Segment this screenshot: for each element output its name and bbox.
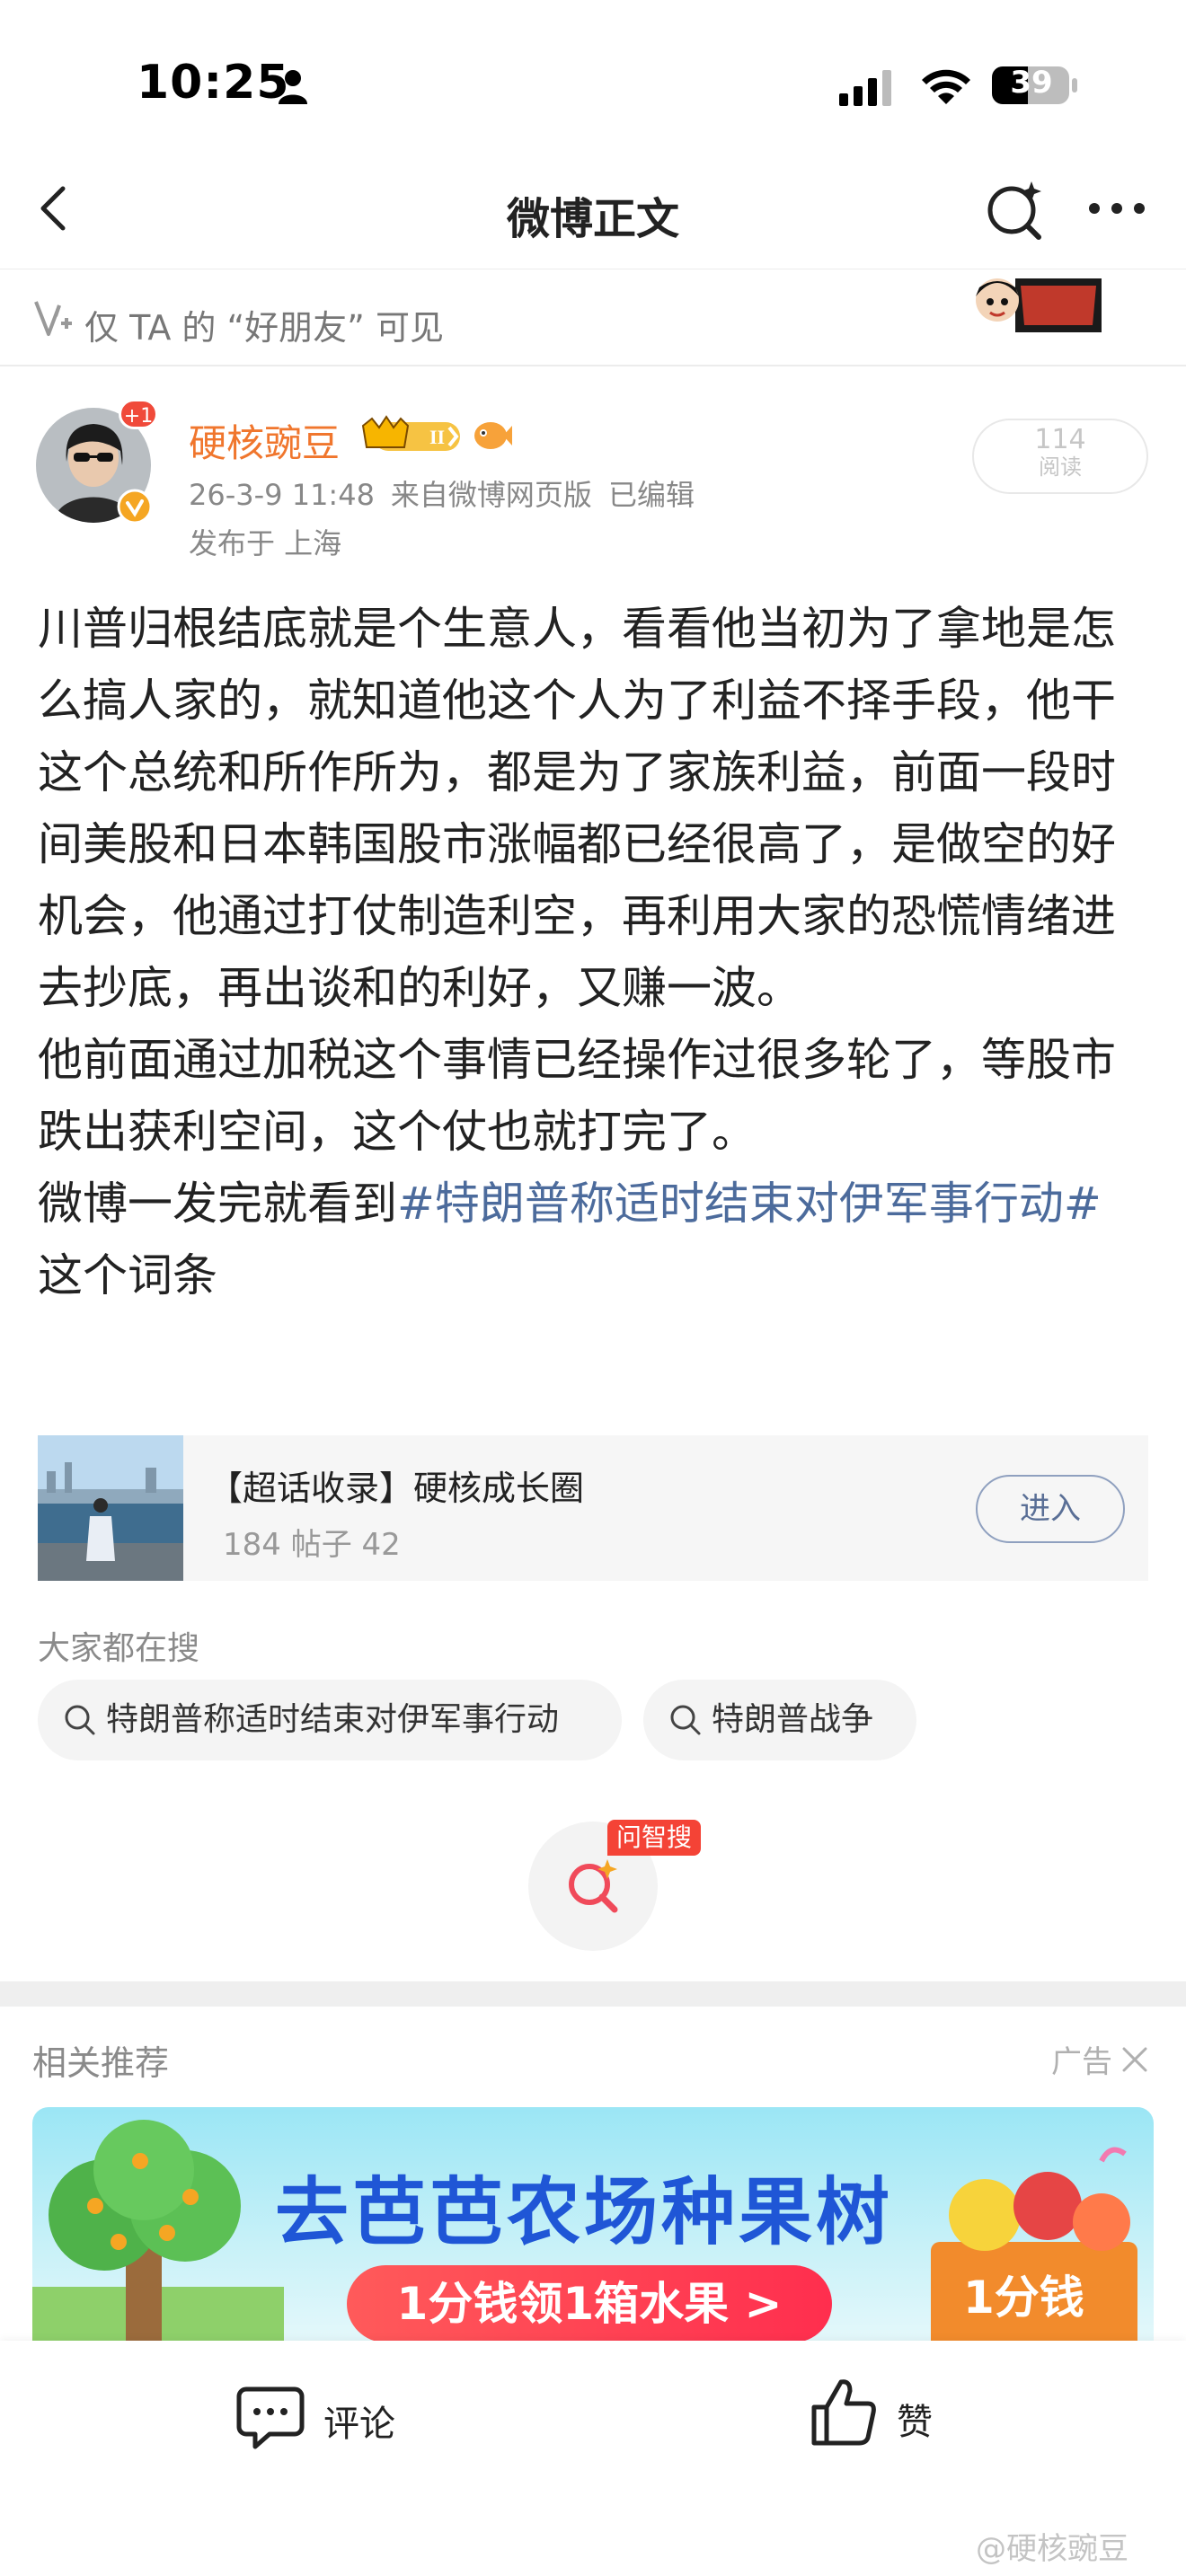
edited-label: 已编辑 — [607, 478, 695, 512]
hot-search-chip[interactable]: 特朗普战争 — [643, 1680, 916, 1760]
more-options-icon[interactable] — [1085, 189, 1148, 228]
post-meta: 26-3-9 11:48 来自微博网页版 已编辑 — [189, 472, 711, 514]
verified-badge-icon — [117, 489, 153, 525]
status-bar: 10:25 39 — [0, 0, 1186, 162]
like-label: 赞 — [897, 2402, 933, 2443]
ad-banner-price: 1分钱 — [963, 2272, 1084, 2324]
ad-banner-title: 去芭芭农场种果树 — [275, 2170, 894, 2255]
like-button[interactable]: 赞 — [809, 2373, 970, 2454]
post-text: 微博一发完就看到 — [38, 1178, 397, 1230]
thumbs-up-icon — [811, 2379, 876, 2446]
cellular-signal-icon — [839, 70, 891, 106]
post-source: 来自微博网页版 — [390, 478, 592, 512]
read-count-box: 114 阅读 — [972, 419, 1148, 494]
post-body: 川普归根结底就是个生意人，看看他当初为了拿地是怎么搞人家的，就知道他这个人为了利… — [38, 593, 1152, 1311]
hot-search-chip[interactable]: 特朗普称适时结束对伊军事行动 — [38, 1680, 622, 1760]
person-icon — [279, 70, 307, 104]
notification-badge: +1 — [119, 399, 158, 429]
nav-bar: 微博正文 — [0, 162, 1186, 269]
comment-icon — [236, 2386, 305, 2449]
membership-rank-icon[interactable]: II — [359, 415, 465, 456]
post-paragraph: 微博一发完就看到#特朗普称适时结束对伊军事行动# 这个词条 — [38, 1168, 1152, 1311]
friends-only-icon — [34, 301, 72, 336]
visibility-text: 仅 TA 的 “好朋友” 可见 — [84, 308, 444, 348]
ad-banner[interactable]: 去芭芭农场种果树 1分钱领1箱水果 > 1分钱 — [32, 2107, 1154, 2359]
close-icon[interactable] — [1120, 2044, 1150, 2075]
search-icon — [65, 1705, 95, 1735]
hot-search-chip-label: 特朗普称适时结束对伊军事行动 — [106, 1701, 560, 1738]
super-topic-thumbnail — [38, 1435, 183, 1581]
wifi-icon — [922, 69, 970, 104]
fish-badge-icon — [474, 422, 512, 449]
svg-text:II: II — [429, 426, 445, 448]
post-date: 26-3-9 11:48 — [189, 478, 375, 512]
hot-search-chip-label: 特朗普战争 — [712, 1701, 874, 1738]
read-count: 114 — [1034, 424, 1086, 455]
comment-label: 评论 — [323, 2404, 395, 2445]
ai-answer-tag: 问智搜 — [607, 1820, 702, 1856]
watermark: @硬核豌豆 — [976, 2531, 1128, 2567]
ad-banner-cta[interactable]: 1分钱领1箱水果 > — [347, 2265, 832, 2342]
super-topic-card[interactable]: 【超话收录】硬核成长圈 184 帖子 42 进入 — [38, 1435, 1148, 1581]
post-paragraph: 川普归根结底就是个生意人，看看他当初为了拿地是怎么搞人家的，就知道他这个人为了利… — [38, 603, 1116, 1014]
super-topic-stats: 184 帖子 42 — [223, 1527, 401, 1563]
related-label: 相关推荐 — [32, 2043, 170, 2083]
read-count-label: 阅读 — [1039, 454, 1082, 480]
status-time: 10:25 — [137, 56, 290, 110]
author-row: +1 硬核豌豆 II 26-3-9 11:48 来自微博网页版 已编辑 发布于 上海… — [0, 395, 1186, 575]
enter-button[interactable]: 进入 — [976, 1475, 1125, 1543]
tree-illustration-icon — [32, 2120, 284, 2359]
fruit-box-illustration-icon — [931, 2147, 1137, 2359]
search-icon — [670, 1705, 701, 1735]
super-topic-title: 【超话收录】硬核成长圈 — [208, 1469, 585, 1508]
hashtag-link[interactable]: #特朗普称适时结束对伊军事行动# — [397, 1178, 1102, 1230]
post-text: 这个词条 — [38, 1249, 217, 1301]
post-location: 发布于 上海 — [189, 526, 342, 560]
section-divider — [0, 1981, 1186, 2007]
hot-search-label: 大家都在搜 — [38, 1630, 200, 1667]
comment-button[interactable]: 评论 — [235, 2377, 424, 2457]
author-name[interactable]: 硬核豌豆 — [189, 413, 340, 468]
ad-label: 广告 — [1051, 2044, 1112, 2080]
sticker-decoration — [976, 278, 1102, 332]
visibility-bar: 仅 TA 的 “好朋友” 可见 — [0, 269, 1186, 366]
post-paragraph: 他前面通过加税这个事情已经操作过很多轮了，等股市跌出获利空间，这个仗也就打完了。 — [38, 1034, 1116, 1158]
ai-search-icon[interactable] — [979, 174, 1051, 246]
ai-search-icon — [569, 1859, 618, 1913]
battery-level-text: 39 — [1010, 65, 1053, 101]
